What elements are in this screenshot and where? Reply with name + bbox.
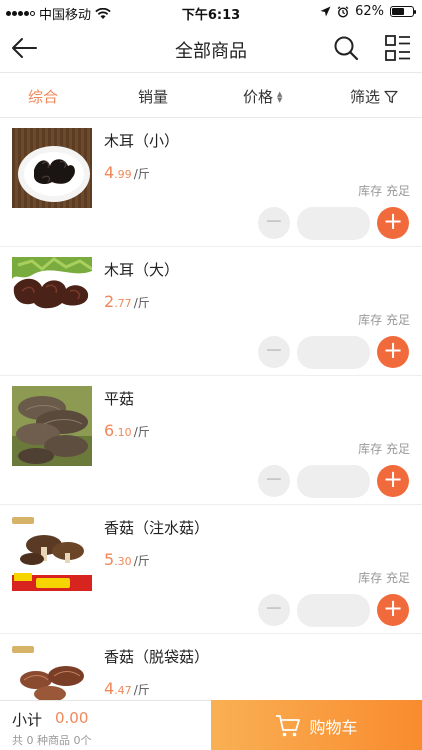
sort-tab-price[interactable]: 价格 ▲ ▼ bbox=[243, 86, 282, 107]
price-unit: /斤 bbox=[133, 683, 150, 697]
price-integer: 2 bbox=[104, 292, 115, 311]
product-price: 6.10/斤 bbox=[104, 421, 150, 440]
product-item[interactable]: 木耳（大） 2.77/斤 库存 充足 − + bbox=[0, 247, 422, 376]
quantity-field[interactable] bbox=[297, 336, 370, 369]
price-unit: /斤 bbox=[133, 167, 150, 181]
alarm-icon bbox=[337, 5, 349, 18]
price-decimal: .77 bbox=[114, 297, 132, 310]
increase-button[interactable]: + bbox=[377, 594, 409, 626]
decrease-button[interactable]: − bbox=[258, 207, 290, 239]
battery-percent: 62% bbox=[355, 4, 384, 19]
product-image[interactable] bbox=[12, 515, 92, 595]
product-name: 木耳（小） bbox=[104, 132, 180, 150]
status-right: 62% bbox=[320, 4, 416, 19]
price-unit: /斤 bbox=[133, 425, 150, 439]
filter-funnel-icon bbox=[384, 90, 398, 103]
increase-button[interactable]: + bbox=[377, 207, 409, 239]
product-price: 4.99/斤 bbox=[104, 163, 150, 182]
subtotal-amount: 0.00 bbox=[55, 709, 89, 727]
nav-header: 全部商品 bbox=[0, 24, 422, 72]
search-icon[interactable] bbox=[332, 34, 360, 62]
battery-icon bbox=[390, 6, 416, 17]
grid-list-icon[interactable] bbox=[384, 34, 412, 62]
decrease-button[interactable]: − bbox=[258, 465, 290, 497]
sort-tab-sales[interactable]: 销量 bbox=[138, 86, 168, 107]
bottom-bar: 小计 0.00 共 0 种商品 0个 购物车 bbox=[0, 700, 422, 750]
price-integer: 4 bbox=[104, 163, 115, 182]
item-count: 共 0 种商品 0个 bbox=[12, 734, 92, 747]
increase-button[interactable]: + bbox=[377, 465, 409, 497]
decrease-button[interactable]: − bbox=[258, 594, 290, 626]
price-integer: 4 bbox=[104, 679, 115, 698]
product-item[interactable]: 平菇 6.10/斤 库存 充足 − + bbox=[0, 376, 422, 505]
product-item[interactable]: 木耳（小） 4.99/斤 库存 充足 − + bbox=[0, 118, 422, 247]
quantity-field[interactable] bbox=[297, 594, 370, 627]
product-price: 2.77/斤 bbox=[104, 292, 150, 311]
price-unit: /斤 bbox=[133, 296, 150, 310]
price-unit: /斤 bbox=[133, 554, 150, 568]
cart-button[interactable]: 购物车 bbox=[211, 700, 422, 750]
stock-status: 库存 充足 bbox=[358, 184, 410, 198]
sort-bar: 综合 销量 价格 ▲ ▼ 筛选 bbox=[0, 72, 422, 118]
product-name: 香菇（注水菇） bbox=[104, 519, 210, 537]
product-price: 5.30/斤 bbox=[104, 550, 150, 569]
stock-status: 库存 充足 bbox=[358, 313, 410, 327]
increase-button[interactable]: + bbox=[377, 336, 409, 368]
quantity-field[interactable] bbox=[297, 207, 370, 240]
sort-tab-label: 销量 bbox=[138, 88, 169, 106]
cart-label: 购物车 bbox=[309, 717, 358, 737]
price-decimal: .30 bbox=[114, 555, 132, 568]
sort-tab-label: 价格 bbox=[243, 88, 274, 106]
product-image[interactable] bbox=[12, 128, 92, 208]
product-name: 平菇 bbox=[104, 390, 135, 408]
decrease-button[interactable]: − bbox=[258, 336, 290, 368]
price-decimal: .10 bbox=[114, 426, 132, 439]
product-image[interactable] bbox=[12, 386, 92, 466]
price-integer: 6 bbox=[104, 421, 115, 440]
product-item[interactable]: 香菇（注水菇） 5.30/斤 库存 充足 − + bbox=[0, 505, 422, 634]
price-integer: 5 bbox=[104, 550, 115, 569]
price-decimal: .99 bbox=[114, 168, 132, 181]
sort-tab-label: 综合 bbox=[28, 88, 59, 106]
stock-status: 库存 充足 bbox=[358, 571, 410, 585]
location-icon bbox=[320, 6, 331, 17]
product-name: 木耳（大） bbox=[104, 261, 180, 279]
filter-button[interactable]: 筛选 bbox=[350, 86, 398, 107]
subtotal-label: 小计 bbox=[12, 711, 43, 729]
cart-icon bbox=[276, 714, 301, 736]
price-decimal: .47 bbox=[114, 684, 132, 697]
product-price: 4.47/斤 bbox=[104, 679, 150, 698]
stock-status: 库存 充足 bbox=[358, 442, 410, 456]
battery-fill bbox=[392, 8, 405, 15]
sort-arrows-icon: ▲ ▼ bbox=[277, 89, 283, 104]
filter-label: 筛选 bbox=[350, 88, 381, 106]
product-list: 木耳（小） 4.99/斤 库存 充足 − + 木耳（大） 2.77/斤 库存 充… bbox=[0, 118, 422, 750]
product-name: 香菇（脱袋菇） bbox=[104, 648, 210, 666]
status-bar: 中国移动 下午6:13 62% bbox=[0, 0, 422, 24]
product-image[interactable] bbox=[12, 257, 92, 337]
sort-tab-comprehensive[interactable]: 综合 bbox=[28, 86, 58, 107]
quantity-field[interactable] bbox=[297, 465, 370, 498]
